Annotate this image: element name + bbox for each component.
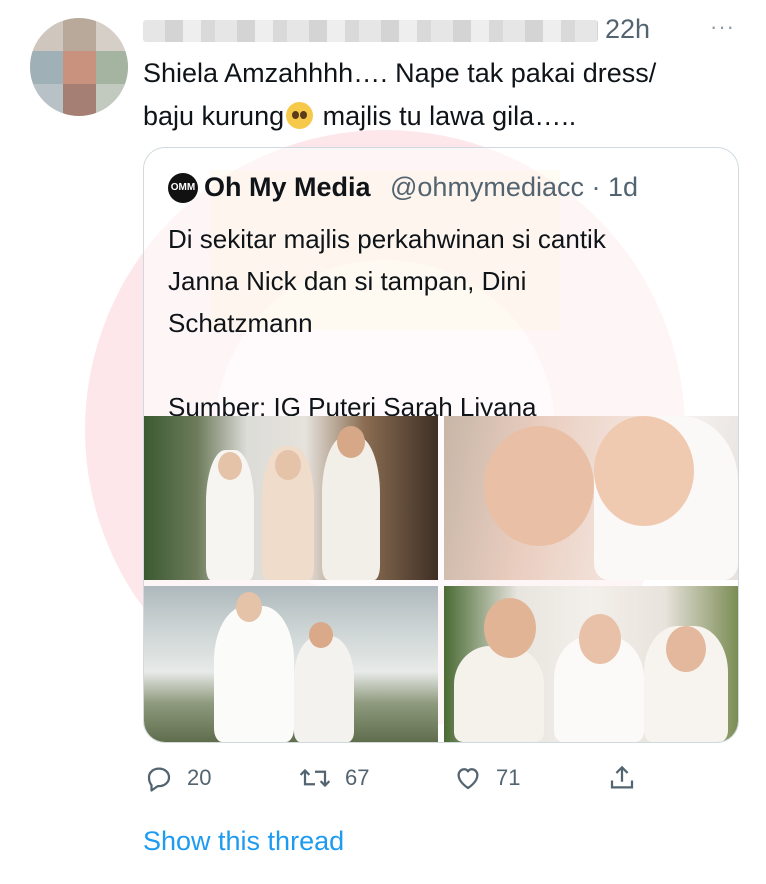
- tweet-header: 22h ···: [143, 12, 743, 46]
- quoted-account-name[interactable]: Oh My Media: [204, 172, 371, 203]
- share-icon: [610, 765, 634, 789]
- retweet-button[interactable]: 67: [298, 758, 388, 798]
- show-thread-link[interactable]: Show this thread: [143, 826, 344, 857]
- avatar[interactable]: [30, 18, 128, 116]
- tweet-text: Shiela Amzahhhh…. Nape tak pakai dress/ …: [143, 52, 733, 138]
- like-icon: [457, 768, 479, 790]
- quoted-account-logo: OMM: [168, 173, 198, 203]
- photo-3[interactable]: [144, 586, 438, 742]
- tweet-text-tail: majlis tu lawa gila…..: [315, 101, 577, 131]
- retweet-count: 67: [345, 765, 370, 790]
- photo-4[interactable]: [444, 586, 738, 742]
- reply-count: 20: [187, 765, 212, 790]
- share-button[interactable]: [607, 758, 647, 798]
- quoted-tweet-text: Di sekitar majlis perkahwinan si cantik …: [168, 224, 606, 422]
- reply-icon: [147, 767, 171, 792]
- reply-button[interactable]: 20: [143, 758, 233, 798]
- photo-1[interactable]: [144, 416, 438, 580]
- like-button[interactable]: 71: [452, 758, 542, 798]
- tweet-time[interactable]: 22h: [605, 14, 650, 45]
- blurred-username[interactable]: [143, 20, 598, 42]
- more-options-icon[interactable]: ···: [710, 14, 735, 40]
- photo-grid: [144, 416, 738, 742]
- like-count: 71: [496, 765, 521, 790]
- photo-2[interactable]: [444, 416, 738, 580]
- quoted-tweet[interactable]: OMM Oh My Media @ohmymediacc · 1d Di sek…: [143, 147, 739, 743]
- action-bar: 20 67 71: [143, 758, 743, 798]
- retweet-icon: [299, 768, 331, 788]
- pleading-face-emoji: [286, 102, 314, 129]
- tweet-card[interactable]: 22h ··· Shiela Amzahhhh…. Nape tak pakai…: [0, 0, 766, 884]
- quoted-account-handle[interactable]: @ohmymediacc · 1d: [390, 172, 638, 203]
